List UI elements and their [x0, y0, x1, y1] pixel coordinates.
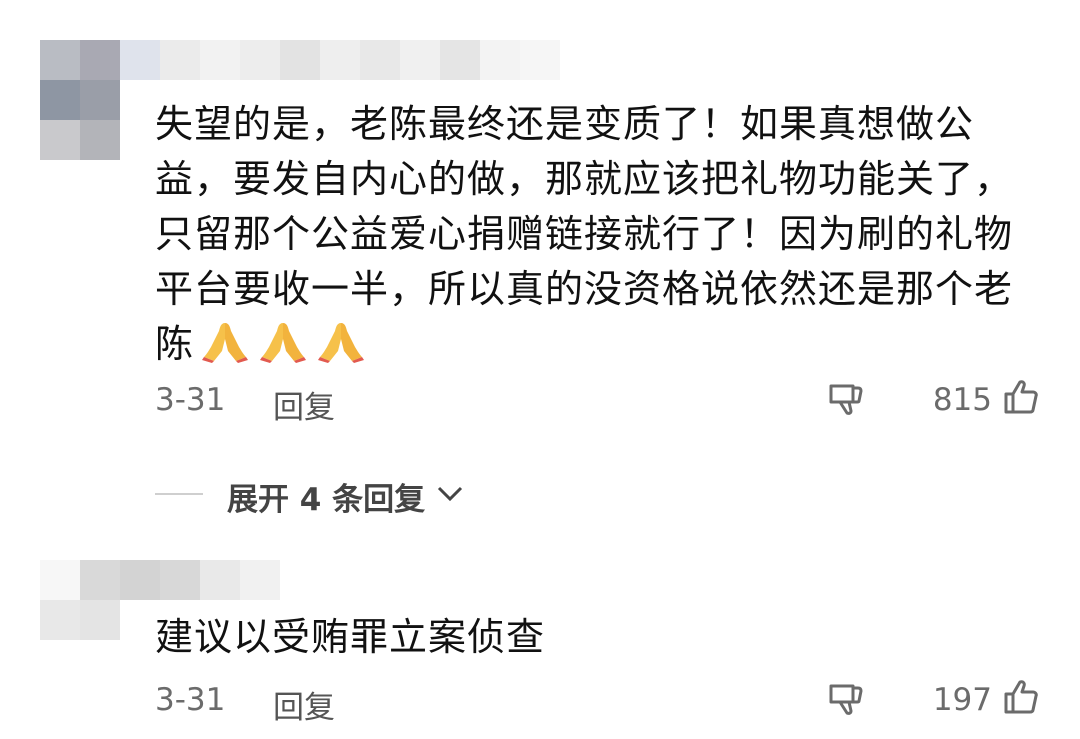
thumbs-up-icon[interactable]	[1002, 378, 1040, 416]
reply-button[interactable]: 回复	[273, 682, 335, 727]
folded-hands-emoji	[318, 323, 365, 363]
username[interactable]	[160, 40, 560, 80]
emoji-group	[200, 317, 366, 363]
chevron-down-icon	[437, 486, 463, 502]
username[interactable]	[160, 560, 280, 600]
thumbs-down-icon[interactable]	[827, 680, 865, 718]
comment-text: 建议以受贿罪立案侦查	[155, 615, 546, 659]
comment-item: 失望的是，老陈最终还是变质了！如果真想做公益，要发自内心的做，那就应该把礼物功能…	[0, 0, 1080, 518]
expand-replies-label: 展开 4 条回复	[227, 482, 426, 518]
reply-button[interactable]: 回复	[273, 382, 335, 427]
comment-date: 3-31	[155, 682, 226, 718]
like-count: 197	[932, 682, 992, 718]
folded-hands-emoji	[202, 323, 249, 363]
comment-item: 建议以受贿罪立案侦查 3-31 回复 197	[0, 555, 1080, 739]
folded-hands-emoji	[260, 323, 307, 363]
comment-meta: 3-31 回复 815	[155, 378, 1040, 426]
thumbs-up-icon[interactable]	[1002, 678, 1040, 716]
avatar[interactable]	[40, 40, 160, 160]
divider	[155, 493, 203, 495]
thumbs-down-icon[interactable]	[827, 380, 865, 418]
comment-text: 失望的是，老陈最终还是变质了！如果真想做公益，要发自内心的做，那就应该把礼物功能…	[155, 102, 1014, 366]
comment-date: 3-31	[155, 382, 226, 418]
like-count: 815	[932, 382, 992, 418]
comment-meta: 3-31 回复 197	[155, 678, 1040, 726]
avatar[interactable]	[40, 560, 160, 640]
